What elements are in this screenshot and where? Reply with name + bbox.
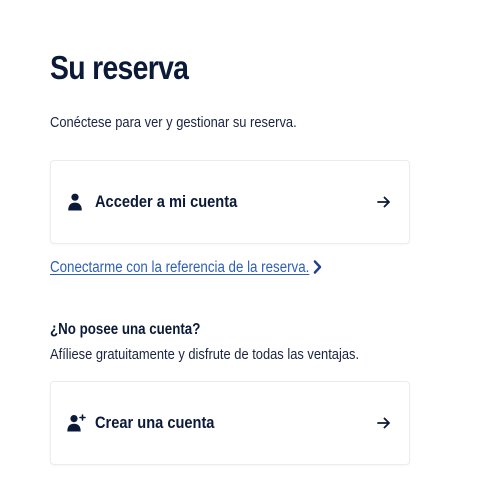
page-title: Su reserva [50,49,189,86]
create-account-card-button[interactable]: Crear una cuenta [50,381,410,465]
page-subtitle: Conéctese para ver y gestionar su reserv… [50,114,297,131]
create-account-card-label: Crear una cuenta [95,413,215,432]
add-user-icon [67,414,86,432]
signup-heading: ¿No posee una cuenta? [50,321,201,338]
booking-reference-link[interactable]: Conectarme con la referencia de la reser… [50,258,321,278]
login-card-button[interactable]: Acceder a mi cuenta [50,160,410,244]
arrow-right-icon [377,195,391,209]
login-card-label: Acceder a mi cuenta [95,192,238,211]
user-icon [67,193,83,211]
arrow-right-icon [377,416,391,430]
chevron-right-icon [313,260,322,274]
signup-text: Afíliese gratuitamente y disfrute de tod… [50,346,360,363]
booking-reference-link-label: Conectarme con la referencia de la reser… [50,259,310,276]
